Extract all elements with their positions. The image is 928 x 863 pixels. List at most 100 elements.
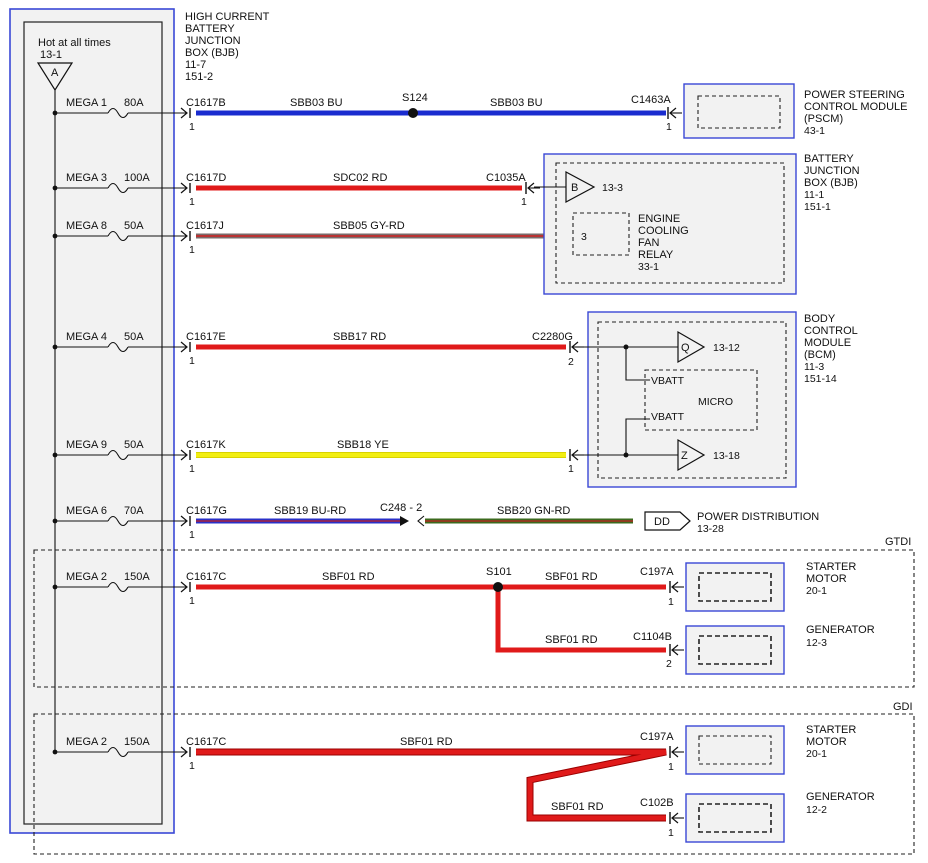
fuse-rating: 80A xyxy=(124,97,144,109)
gtdi-label: GTDI xyxy=(885,536,911,548)
dest-connector xyxy=(669,644,684,656)
bjb-component-label-line: 11-1 xyxy=(804,189,824,201)
dest-connector-name: C1104B xyxy=(633,631,672,643)
bcm-label-line: CONTROL xyxy=(804,325,858,337)
dest-connector-pin: 1 xyxy=(668,827,674,839)
bjb-title-line: BOX (BJB) xyxy=(185,47,239,59)
dest-connector xyxy=(525,182,540,194)
source-connector-name: C1617K xyxy=(186,439,226,451)
circuit-label: SBB03 BU xyxy=(490,97,543,109)
bcm-label-line: BODY xyxy=(804,313,836,325)
fuse-rating: 50A xyxy=(124,331,144,343)
splice-s124-dot xyxy=(408,108,418,118)
relay-label-line: RELAY xyxy=(638,249,674,261)
bjb-component-label: BATTERY JUNCTION BOX (BJB) 11-1 151-1 xyxy=(804,153,860,213)
source-connector-pin: 1 xyxy=(189,355,195,367)
pscm-box xyxy=(683,83,795,139)
fuse-name: MEGA 3 xyxy=(66,172,107,184)
dest-connector-name: C1463A xyxy=(631,94,671,106)
starter-gdi-label-line: STARTER xyxy=(806,724,856,736)
bjb-title-line: BATTERY xyxy=(185,23,235,35)
generator-gdi-label: GENERATOR 12-2 xyxy=(806,791,875,816)
bcm-q-symbol: Q xyxy=(681,342,690,354)
starter-gtdi-label: STARTER MOTOR 20-1 xyxy=(806,561,856,597)
generator-gdi-label-line: 12-2 xyxy=(806,804,827,816)
relay-label-line: FAN xyxy=(638,237,659,249)
fuse-name: MEGA 8 xyxy=(66,220,107,232)
c248-female-icon xyxy=(417,515,425,527)
bcm-micro-label: MICRO xyxy=(698,396,733,408)
source-connector-name: C1617C xyxy=(186,736,226,748)
fuse-node-icon xyxy=(52,185,58,191)
generator-gtdi-label: GENERATOR 12-3 xyxy=(806,624,875,649)
bjb-title-line: HIGH CURRENT xyxy=(185,11,270,23)
bjb-inner-box xyxy=(23,21,163,825)
bjb-title-line: 11-7 xyxy=(185,59,206,71)
fuse-node-icon xyxy=(52,584,58,590)
bcm-z-symbol: Z xyxy=(681,450,688,462)
bjb-component-label-line: JUNCTION xyxy=(804,165,860,177)
source-connector-name: C1617J xyxy=(186,220,224,232)
bcm-node-icon xyxy=(623,452,629,458)
starter-gdi-box xyxy=(685,725,785,775)
relay-label-line: 33-1 xyxy=(638,261,659,273)
dest-connector xyxy=(669,812,684,824)
splice-s101-label: S101 xyxy=(486,566,512,578)
dest-connector-name: C197A xyxy=(640,731,674,743)
dest-connector-name: C2280G xyxy=(532,331,573,343)
dest-connector-pin: 1 xyxy=(668,761,674,773)
dest-connector-name: C197A xyxy=(640,566,674,578)
dest-connector xyxy=(569,449,584,461)
bjb-title-line: JUNCTION xyxy=(185,35,241,47)
generator-gtdi-label-line: GENERATOR xyxy=(806,624,875,636)
fuse-node-icon xyxy=(52,452,58,458)
pscm-label-line: (PSCM) xyxy=(804,113,843,125)
bcm-label-line: 151-14 xyxy=(804,373,837,385)
power-distribution-ref: 13-28 xyxy=(697,523,724,535)
relay-label-line: ENGINE xyxy=(638,213,680,225)
fuse-name: MEGA 4 xyxy=(66,331,107,343)
power-distribution-symbol: DD xyxy=(654,516,670,528)
pscm-label-line: CONTROL MODULE xyxy=(804,101,908,113)
circuit-label: SBB17 RD xyxy=(333,331,386,343)
hot-ref: 13-1 xyxy=(40,49,62,61)
circuit-label: SDC02 RD xyxy=(333,172,387,184)
splice-s124-label: S124 xyxy=(402,92,428,104)
bjb-title: HIGH CURRENT BATTERY JUNCTION BOX (BJB) … xyxy=(185,11,270,83)
circuit-label: SBB20 GN-RD xyxy=(497,505,570,517)
dest-connector-pin: 1 xyxy=(568,463,574,475)
starter-gdi-label: STARTER MOTOR 20-1 xyxy=(806,724,856,760)
dest-connector-pin: 1 xyxy=(668,596,674,608)
dest-connector-pin: 1 xyxy=(666,121,672,133)
fuse-node-icon xyxy=(52,110,58,116)
pscm-label-line: POWER STEERING xyxy=(804,89,905,101)
starter-gtdi-label-line: MOTOR xyxy=(806,573,847,585)
dest-connector-pin: 2 xyxy=(666,658,672,670)
circuit-label: SBF01 RD xyxy=(545,571,598,583)
fuse-rating: 150A xyxy=(124,736,150,748)
generator-gtdi-box xyxy=(685,625,785,675)
bjb-component-label-line: BOX (BJB) xyxy=(804,177,858,189)
starter-gtdi-label-line: 20-1 xyxy=(806,585,827,597)
relay-label-line: COOLING xyxy=(638,225,689,237)
source-connector-name: C1617E xyxy=(186,331,226,343)
pscm-label: POWER STEERING CONTROL MODULE (PSCM) 43-… xyxy=(804,89,908,137)
dest-connector xyxy=(667,107,682,119)
dest-connector-pin: 2 xyxy=(568,356,574,368)
fuse-name: MEGA 6 xyxy=(66,505,107,517)
c248-male-icon xyxy=(400,516,409,526)
circuit-label: SBF01 RD xyxy=(545,634,598,646)
dest-connector-name: C1035A xyxy=(486,172,526,184)
bcm-vbatt-1: VBATT xyxy=(651,375,685,387)
pscm-label-line: 43-1 xyxy=(804,125,825,137)
bcm-q-ref: 13-12 xyxy=(713,342,740,354)
starter-gdi-label-line: 20-1 xyxy=(806,748,827,760)
generator-gdi-box xyxy=(685,793,785,843)
fuse-name: MEGA 2 xyxy=(66,736,107,748)
fuse-node-icon xyxy=(52,749,58,755)
fuse-rating: 70A xyxy=(124,505,144,517)
bcm-vbatt-2: VBATT xyxy=(651,411,685,423)
dest-connector xyxy=(669,581,684,593)
fuse-rating: 50A xyxy=(124,220,144,232)
source-connector-pin: 1 xyxy=(189,529,195,541)
